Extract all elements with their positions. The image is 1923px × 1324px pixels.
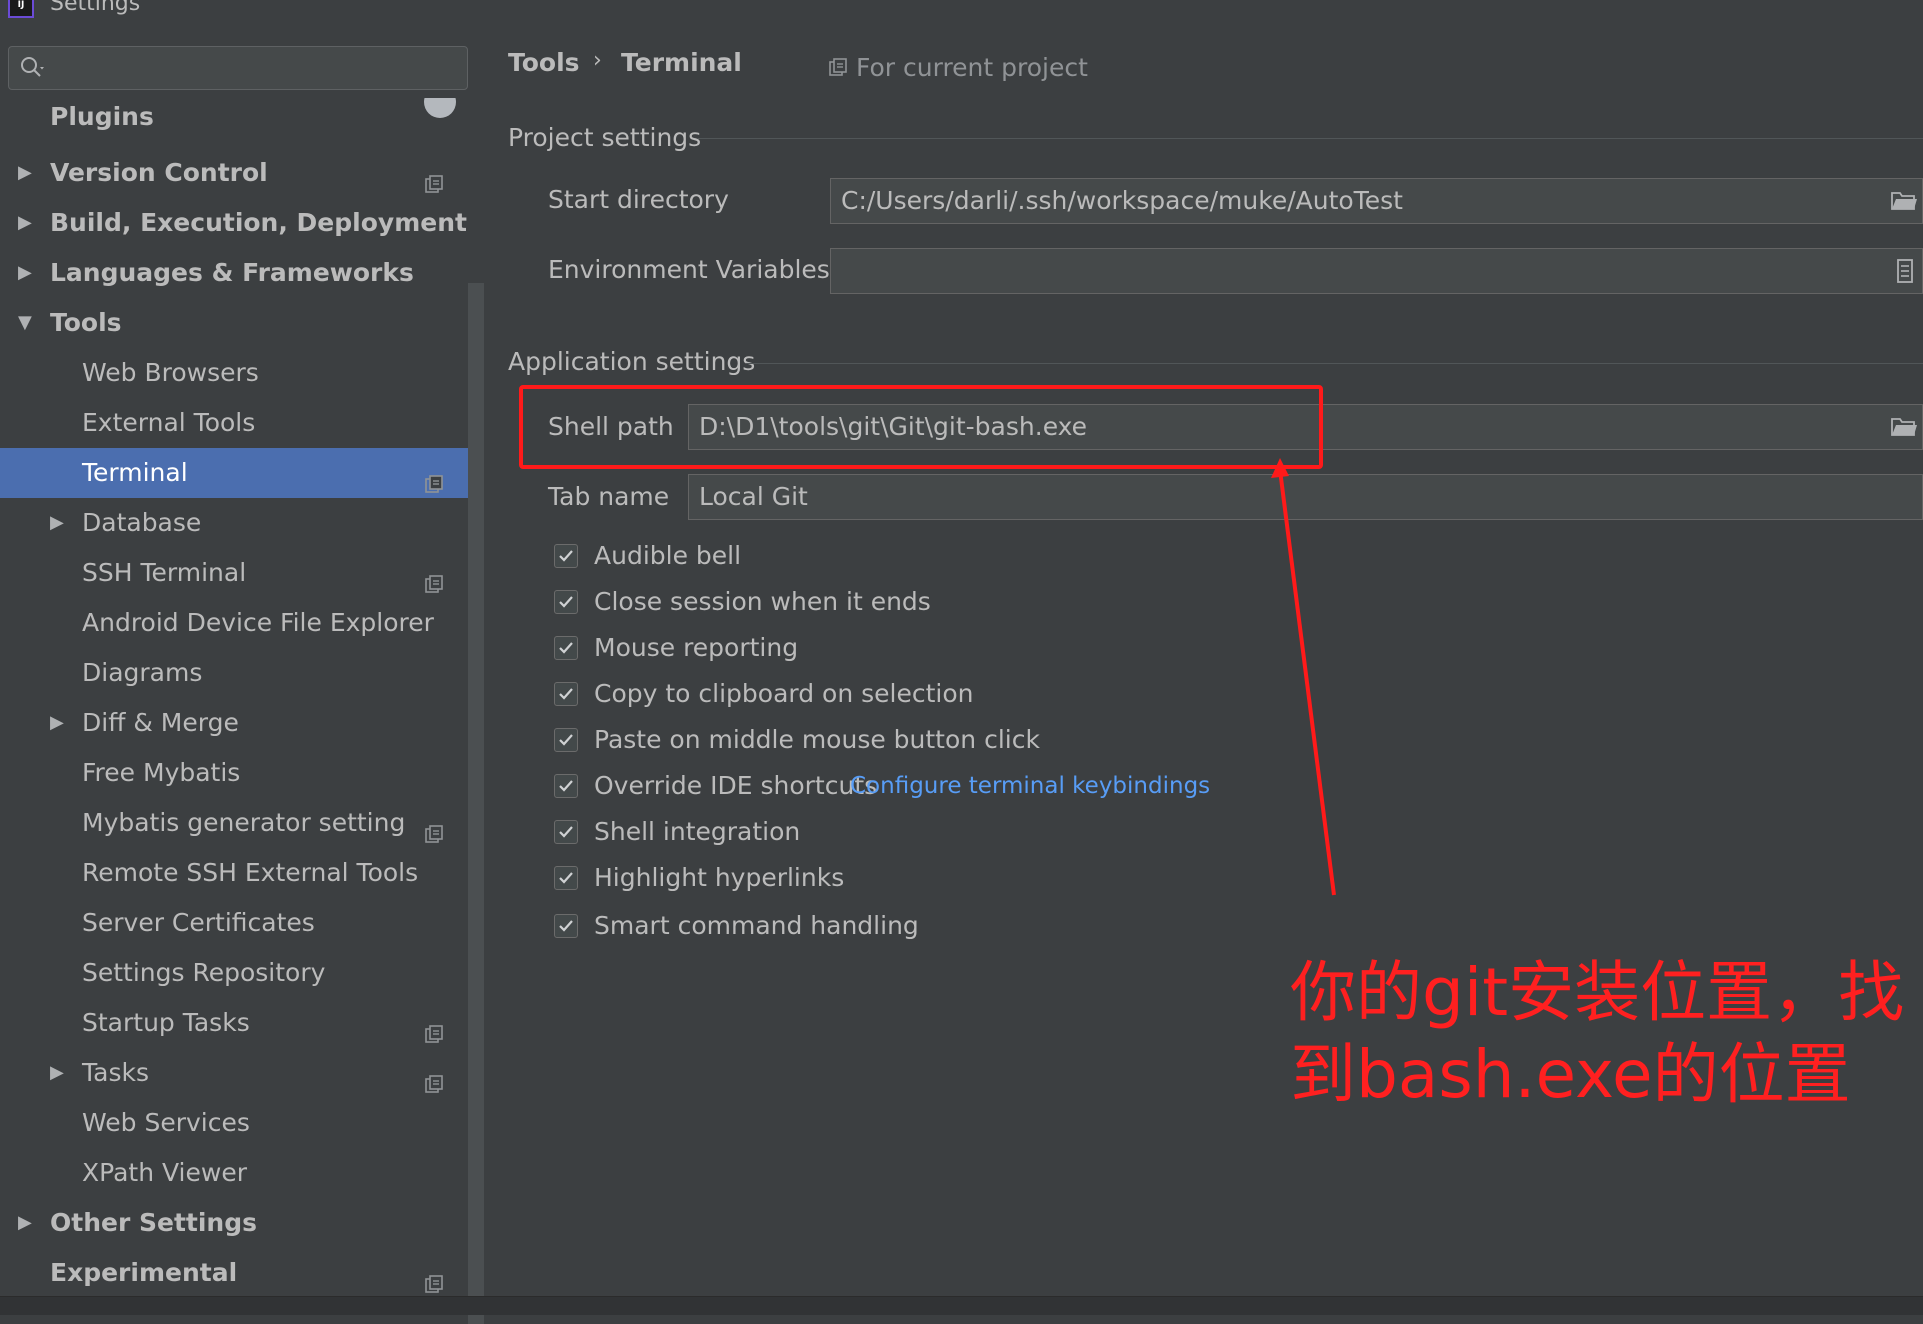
dialog-bottom-bar: [0, 1296, 1923, 1315]
annotation-line-1: 你的git安装位置，找: [1290, 954, 1905, 1031]
annotation-line-2: 到bash.exe的位置: [1290, 1036, 1851, 1113]
annotation-arrow: [1271, 458, 1336, 896]
annotation-text: 你的git安装位置，找 到bash.exe的位置: [1290, 952, 1910, 1116]
